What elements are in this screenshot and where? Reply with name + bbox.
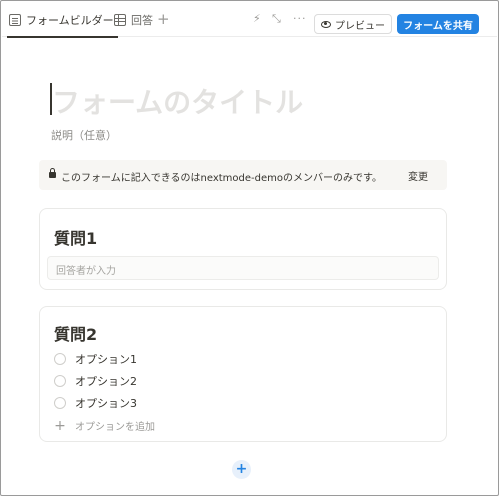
option-label[interactable]: オプション2 [75, 373, 137, 389]
tab-responses[interactable]: 回答 [114, 10, 153, 30]
tab-form-builder[interactable]: フォームビルダー [7, 10, 118, 38]
bolt-icon[interactable]: ⚡ [253, 13, 261, 25]
form-doc-icon [9, 14, 21, 26]
preview-button[interactable]: プレビュー [314, 14, 392, 34]
question-title[interactable]: 質問1 [54, 225, 97, 249]
tab-form-builder-label: フォームビルダー [26, 14, 114, 27]
radio-option[interactable]: オプション2 [54, 373, 137, 389]
form-builder-window: フォームビルダー 回答 + ⚡ ⤡ ··· プレビュー フォームを共有 フォーム… [0, 0, 499, 496]
add-option-label: オプションを追加 [75, 422, 155, 433]
form-description-input[interactable]: 説明（任意） [51, 127, 117, 143]
radio-option[interactable]: オプション1 [54, 351, 137, 367]
question-title[interactable]: 質問2 [54, 321, 97, 345]
add-option-button[interactable]: + オプションを追加 [54, 417, 155, 434]
answer-text-input[interactable]: 回答者が入力 [47, 256, 439, 280]
preview-button-label: プレビュー [335, 20, 385, 32]
eye-icon [321, 20, 331, 28]
access-notice: このフォームに記入できるのはnextmode-demoのメンバーのみです。 変更 [39, 160, 447, 190]
radio-option[interactable]: オプション3 [54, 395, 137, 411]
form-title-input[interactable]: フォームのタイトル [52, 81, 303, 121]
expand-icon[interactable]: ⤡ [272, 13, 281, 25]
radio-circle-icon[interactable] [54, 397, 66, 409]
change-access-button[interactable]: 変更 [408, 168, 428, 183]
option-label[interactable]: オプション3 [75, 395, 137, 411]
top-bar: フォームビルダー 回答 + ⚡ ⤡ ··· プレビュー フォームを共有 [2, 2, 497, 38]
add-tab-plus-icon[interactable]: + [157, 11, 170, 27]
table-icon [114, 14, 126, 26]
question-card-2[interactable]: 質問2 オプション1 オプション2 オプション3 + オプションを追加 [39, 306, 447, 442]
lock-icon [49, 168, 56, 178]
plus-icon: + [54, 417, 66, 434]
access-notice-text: このフォームに記入できるのはnextmode-demoのメンバーのみです。 [61, 173, 382, 184]
radio-circle-icon[interactable] [54, 353, 66, 365]
option-label[interactable]: オプション1 [75, 351, 137, 367]
share-form-button[interactable]: フォームを共有 [397, 14, 479, 34]
radio-circle-icon[interactable] [54, 375, 66, 387]
tab-responses-label: 回答 [131, 14, 153, 27]
more-icon[interactable]: ··· [293, 13, 307, 25]
add-question-button[interactable]: + [232, 460, 251, 479]
question-card-1[interactable]: 質問1 回答者が入力 [39, 208, 447, 290]
